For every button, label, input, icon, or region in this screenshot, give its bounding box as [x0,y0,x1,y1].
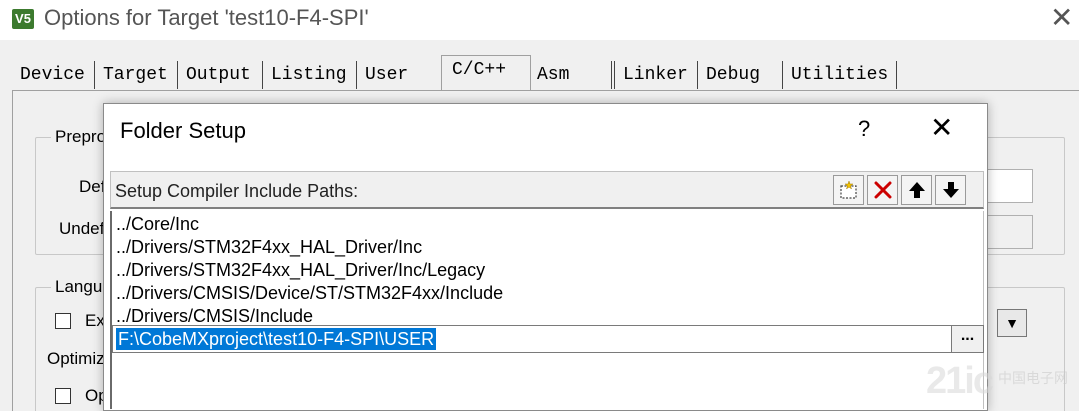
path-edit-field[interactable]: F:\CobeMXproject\test10-F4-SPI\USER ... [112,325,984,353]
optimize-label: Optimiz [47,349,105,368]
tab-device[interactable]: Device [16,61,95,89]
watermark-number: 21ic [926,360,994,402]
tab-listing[interactable]: Listing [267,61,357,89]
browse-button[interactable]: ... [951,326,983,352]
language-legend: Langu [51,277,107,297]
include-paths-toolbar: Setup Compiler Include Paths: [110,171,984,209]
list-item[interactable]: ../Drivers/CMSIS/Device/ST/STM32F4xx/Inc… [116,282,503,305]
window-title: Options for Target 'test10-F4-SPI' [44,5,369,30]
options-tabstrip: Device Target Output Listing User C/C++ … [0,55,1079,91]
tab-c-cpp[interactable]: C/C++ [441,55,531,91]
tab-utilities[interactable]: Utilities [787,61,897,89]
tab-user[interactable]: User [361,61,441,89]
define-input[interactable] [987,169,1033,203]
app-icon: V5 [12,9,34,29]
tab-asm[interactable]: Asm [533,61,612,89]
language-dropdown-button[interactable]: ▼ [997,309,1027,337]
undefine-input[interactable] [987,215,1033,249]
tab-debug[interactable]: Debug [702,61,783,89]
list-item[interactable]: ../Drivers/STM32F4xx_HAL_Driver/Inc [116,236,422,259]
include-paths-label: Setup Compiler Include Paths: [115,181,359,201]
ex-label: Ex [85,311,105,330]
dialog-title: Folder Setup [120,118,246,143]
tab-output[interactable]: Output [182,61,263,89]
move-up-icon [908,182,925,198]
move-down-button[interactable] [935,175,966,205]
new-folder-icon [839,180,857,199]
watermark-text: 中国电子网 [998,370,1068,386]
list-item[interactable]: ../Drivers/STM32F4xx_HAL_Driver/Inc/Lega… [116,259,485,282]
new-folder-button[interactable] [833,175,864,205]
ex-checkbox[interactable] [55,313,71,329]
watermark-logo: 21ic 中国电子网 [920,360,1079,411]
help-button[interactable]: ? [858,116,870,142]
path-edit-value[interactable]: F:\CobeMXproject\test10-F4-SPI\USER [116,328,437,350]
define-label: Def [79,177,106,196]
list-item[interactable]: ../Core/Inc [116,213,199,236]
move-down-icon [942,182,959,198]
include-paths-list[interactable]: ../Core/Inc ../Drivers/STM32F4xx_HAL_Dri… [110,211,984,409]
delete-button[interactable] [867,175,898,205]
move-up-button[interactable] [901,175,932,205]
dialog-close-button[interactable]: ✕ [930,114,953,142]
window-close-button[interactable]: ✕ [1050,4,1073,32]
preprocessor-legend: Prepro [51,127,111,147]
window-titlebar: V5 Options for Target 'test10-F4-SPI' ✕ [0,0,1079,40]
undefine-label: Undef [59,219,105,238]
op-checkbox[interactable] [55,388,71,404]
delete-icon [874,181,891,199]
folder-setup-dialog: Folder Setup ? ✕ Setup Compiler Include … [103,103,988,411]
tab-target[interactable]: Target [99,61,178,89]
tab-linker[interactable]: Linker [614,61,698,89]
